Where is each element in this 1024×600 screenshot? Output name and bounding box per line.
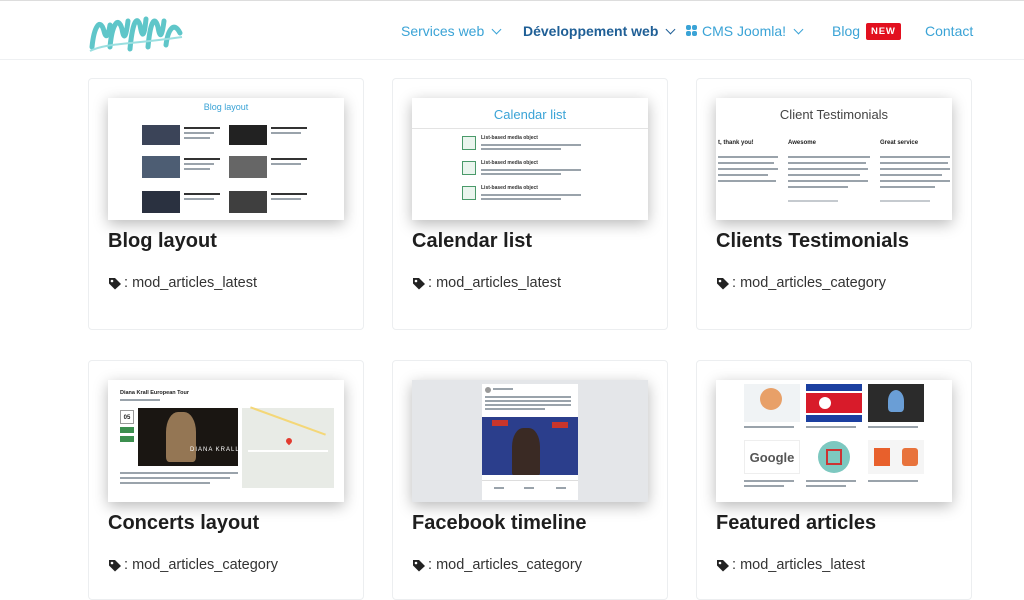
tag-label: mod_articles_category xyxy=(132,557,278,573)
card-blog-layout[interactable]: Blog layout Blog layout : mod_articles_l… xyxy=(88,78,364,330)
tag-icon xyxy=(109,559,121,571)
card-tag[interactable]: : mod_articles_latest xyxy=(716,557,865,573)
tag-label: mod_articles_latest xyxy=(132,275,257,291)
chevron-down-icon xyxy=(665,24,676,34)
nav-label: Contact xyxy=(925,23,974,39)
card-tag[interactable]: : mod_articles_category xyxy=(716,275,886,291)
tag-prefix: : xyxy=(428,557,433,573)
testimonial-heading: Awesome xyxy=(788,140,816,146)
card-tag[interactable]: : mod_articles_category xyxy=(412,557,582,573)
tag-label: mod_articles_category xyxy=(740,275,886,291)
google-logo: Google xyxy=(744,440,800,474)
concert-date: 05 xyxy=(120,410,134,424)
nav-label: Blog xyxy=(832,23,861,39)
site-header: Services web Développement web CMS Jooml… xyxy=(0,0,1024,60)
joomla-icon xyxy=(686,25,698,37)
card-concerts-layout[interactable]: Diana Krall European Tour 05 DIANA KRALL… xyxy=(88,360,364,600)
card-tag[interactable]: : mod_articles_latest xyxy=(412,275,561,291)
card-featured-articles[interactable]: Google Featured articles : mod_articles_… xyxy=(696,360,972,600)
card-facebook-timeline[interactable]: Facebook timeline : mod_articles_categor… xyxy=(392,360,668,600)
card-calendar-list[interactable]: Calendar list List-based media object Li… xyxy=(392,78,668,330)
thumb-heading: Client Testimonials xyxy=(779,107,889,122)
card-thumbnail[interactable]: Blog layout xyxy=(108,98,344,220)
tag-icon xyxy=(413,277,425,289)
tag-label: mod_articles_latest xyxy=(436,275,561,291)
testimonial-heading: Great service xyxy=(880,140,919,146)
nav-blog[interactable]: Blog NEW xyxy=(832,21,901,41)
card-thumbnail[interactable]: Calendar list List-based media object Li… xyxy=(412,98,648,220)
tag-prefix: : xyxy=(428,275,433,291)
calendar-item: List-based media object xyxy=(481,135,538,141)
tag-icon xyxy=(717,559,729,571)
nav-label: Services web xyxy=(401,23,485,39)
thumb-heading: Calendar list xyxy=(493,107,567,122)
card-thumbnail[interactable]: Google xyxy=(716,380,952,502)
site-logo[interactable] xyxy=(86,7,186,55)
card-thumbnail[interactable]: Client Testimonials t, thank you! Awesom… xyxy=(716,98,952,220)
nav-developpement-web[interactable]: Développement web xyxy=(523,21,676,41)
nav-label: Développement web xyxy=(523,23,659,39)
nav-services-web[interactable]: Services web xyxy=(401,21,502,41)
card-thumbnail[interactable] xyxy=(412,380,648,502)
tag-prefix: : xyxy=(732,557,737,573)
tag-label: mod_articles_latest xyxy=(740,557,865,573)
card-thumbnail[interactable]: Diana Krall European Tour 05 DIANA KRALL xyxy=(108,380,344,502)
tag-prefix: : xyxy=(124,557,129,573)
tag-icon xyxy=(109,277,121,289)
testimonial-heading: t, thank you! xyxy=(718,140,754,146)
card-tag[interactable]: : mod_articles_latest xyxy=(108,275,257,291)
tag-icon xyxy=(717,277,729,289)
tag-icon xyxy=(413,559,425,571)
tag-label: mod_articles_category xyxy=(436,557,582,573)
chevron-down-icon xyxy=(491,24,502,34)
card-title[interactable]: Featured articles xyxy=(716,512,876,535)
concert-name: DIANA KRALL xyxy=(190,447,240,453)
card-title[interactable]: Clients Testimonials xyxy=(716,230,909,253)
card-title[interactable]: Calendar list xyxy=(412,230,532,253)
nav-label: CMS Joomla! xyxy=(702,23,787,39)
nav-contact[interactable]: Contact xyxy=(925,21,973,41)
tag-prefix: : xyxy=(732,275,737,291)
new-badge: NEW xyxy=(866,22,901,40)
card-title[interactable]: Concerts layout xyxy=(108,512,259,535)
chevron-down-icon xyxy=(793,24,804,34)
tag-prefix: : xyxy=(124,275,129,291)
thumb-heading: Diana Krall European Tour xyxy=(120,390,189,396)
card-title[interactable]: Facebook timeline xyxy=(412,512,587,535)
card-clients-testimonials[interactable]: Client Testimonials t, thank you! Awesom… xyxy=(696,78,972,330)
calendar-item: List-based media object xyxy=(481,185,538,191)
card-tag[interactable]: : mod_articles_category xyxy=(108,557,278,573)
calendar-item: List-based media object xyxy=(481,160,538,166)
nav-cms-joomla[interactable]: CMS Joomla! xyxy=(686,21,804,41)
thumb-heading: Blog layout xyxy=(203,102,249,112)
card-title[interactable]: Blog layout xyxy=(108,230,217,253)
